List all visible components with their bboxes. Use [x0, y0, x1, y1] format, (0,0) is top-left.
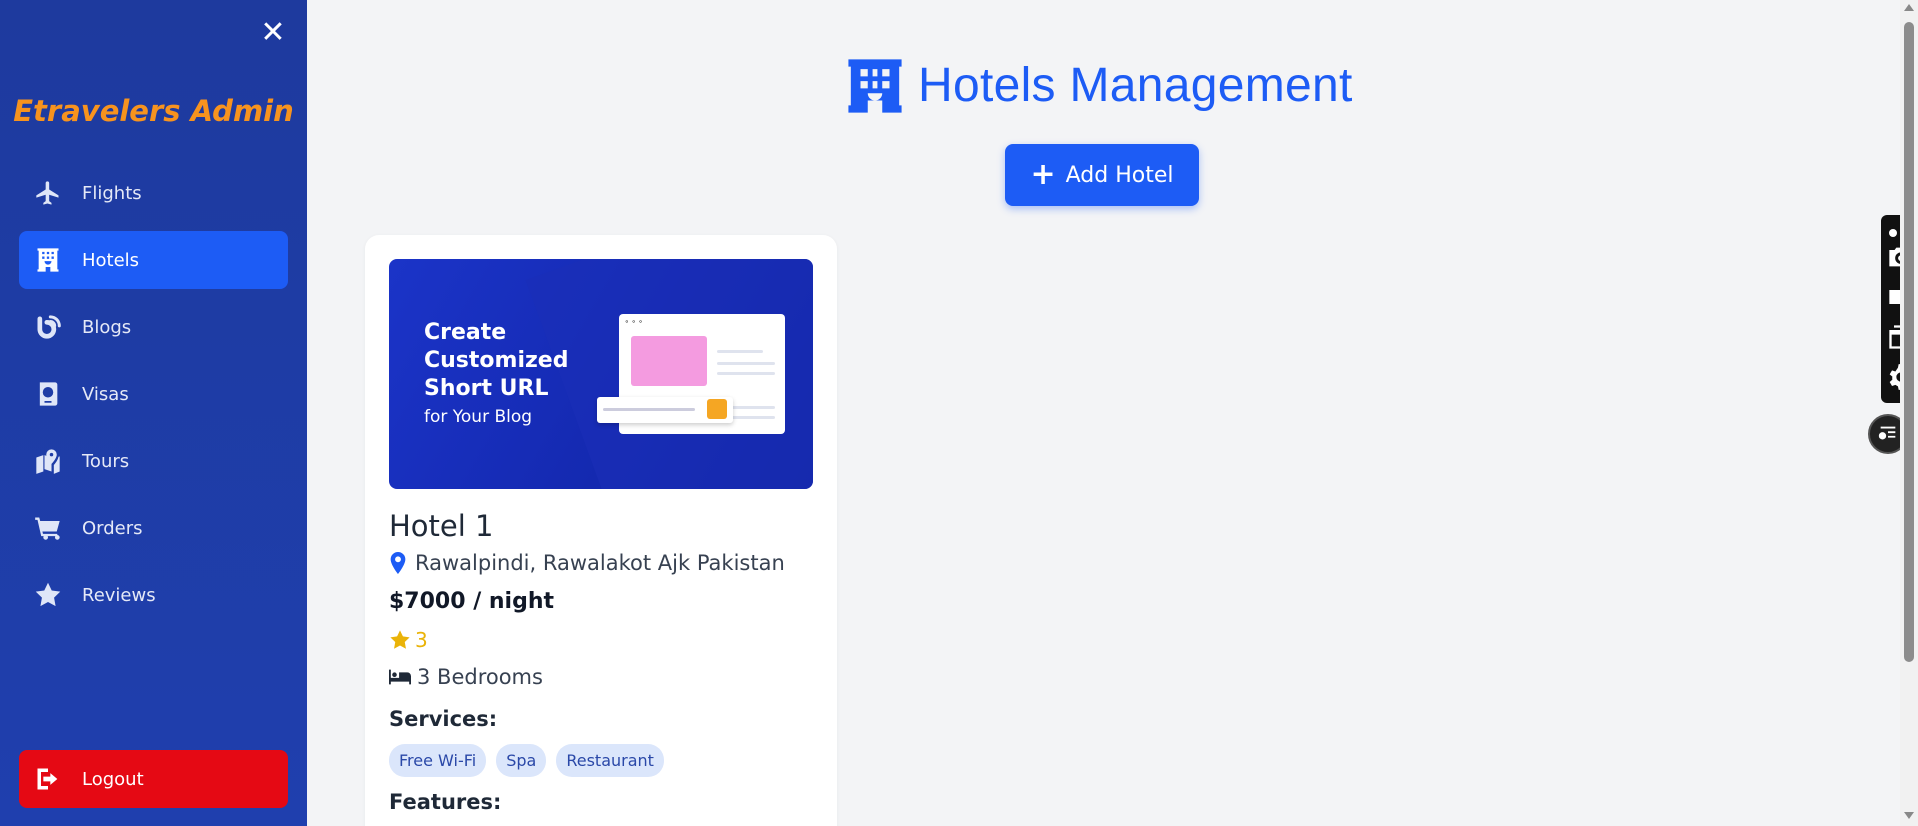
sidebar-item-label: Reviews: [82, 584, 156, 606]
sidebar-item-label: Visas: [82, 383, 129, 405]
star-icon: [390, 630, 410, 649]
sidebar-item-reviews[interactable]: Reviews: [19, 566, 288, 624]
add-hotel-button[interactable]: + Add Hotel: [1005, 144, 1199, 206]
scrollbar-thumb[interactable]: [1904, 22, 1914, 662]
services-label: Services:: [389, 707, 498, 731]
map-icon: [33, 446, 63, 476]
hotel-card: Create Customized Short URL for Your Blo…: [365, 235, 837, 826]
add-hotel-label: Add Hotel: [1065, 162, 1174, 188]
logout-icon: [33, 764, 63, 794]
image-caption: Create Customized Short URL for Your Blo…: [424, 320, 569, 427]
close-icon[interactable]: ✕: [258, 18, 288, 48]
hotel-name: Hotel 1: [389, 509, 494, 543]
hotel-icon: [848, 58, 902, 113]
sidebar-item-visas[interactable]: Visas: [19, 365, 288, 423]
service-chip: Spa: [496, 744, 547, 777]
hotel-rating: 3: [389, 628, 428, 652]
sidebar-item-label: Flights: [82, 182, 142, 204]
hotel-icon: [33, 245, 63, 275]
sidebar-item-label: Hotels: [82, 249, 140, 271]
sidebar-item-tours[interactable]: Tours: [19, 432, 288, 490]
cart-icon: [33, 513, 63, 543]
star-icon: [33, 580, 63, 610]
hotel-price: $7000 / night: [389, 589, 555, 614]
page-title: Hotels Management: [846, 58, 1353, 113]
location-pin-icon: [390, 552, 406, 574]
plane-icon: [33, 178, 63, 208]
services-list: Free Wi-Fi Spa Restaurant: [389, 744, 664, 777]
brand-title: Etravelers Admin: [13, 94, 294, 128]
bed-icon: [389, 669, 411, 685]
sidebar-item-hotels[interactable]: Hotels: [19, 231, 288, 289]
hotel-image: Create Customized Short URL for Your Blo…: [389, 259, 813, 489]
sidebar: ✕ Etravelers Admin Flights Hotels Blogs …: [0, 0, 307, 826]
service-chip: Restaurant: [556, 744, 664, 777]
hotel-bedrooms: 3 Bedrooms: [389, 665, 543, 689]
link-icon: [707, 399, 727, 419]
hotel-location: Rawalpindi, Rawalakot Ajk Pakistan: [389, 551, 785, 575]
sidebar-nav: Flights Hotels Blogs Visas Tours Orders …: [19, 164, 288, 633]
service-chip: Free Wi-Fi: [389, 744, 487, 777]
sidebar-item-flights[interactable]: Flights: [19, 164, 288, 222]
sidebar-item-orders[interactable]: Orders: [19, 499, 288, 557]
sidebar-item-blogs[interactable]: Blogs: [19, 298, 288, 356]
sidebar-item-label: Blogs: [82, 316, 132, 338]
features-label: Features:: [389, 790, 502, 814]
page-heading: Hotels Management: [918, 59, 1353, 112]
scroll-down-arrow-icon[interactable]: [1904, 812, 1914, 819]
passport-icon: [33, 379, 63, 409]
sidebar-item-label: Orders: [82, 517, 143, 539]
sidebar-item-label: Tours: [82, 450, 130, 472]
toggle-list-icon: [1878, 426, 1896, 440]
plus-icon: +: [1030, 157, 1056, 192]
logout-label: Logout: [82, 768, 144, 790]
scrollbar[interactable]: [1900, 0, 1918, 826]
scroll-up-arrow-icon[interactable]: [1904, 4, 1914, 11]
blog-icon: [33, 312, 63, 342]
logout-button[interactable]: Logout: [19, 750, 288, 808]
